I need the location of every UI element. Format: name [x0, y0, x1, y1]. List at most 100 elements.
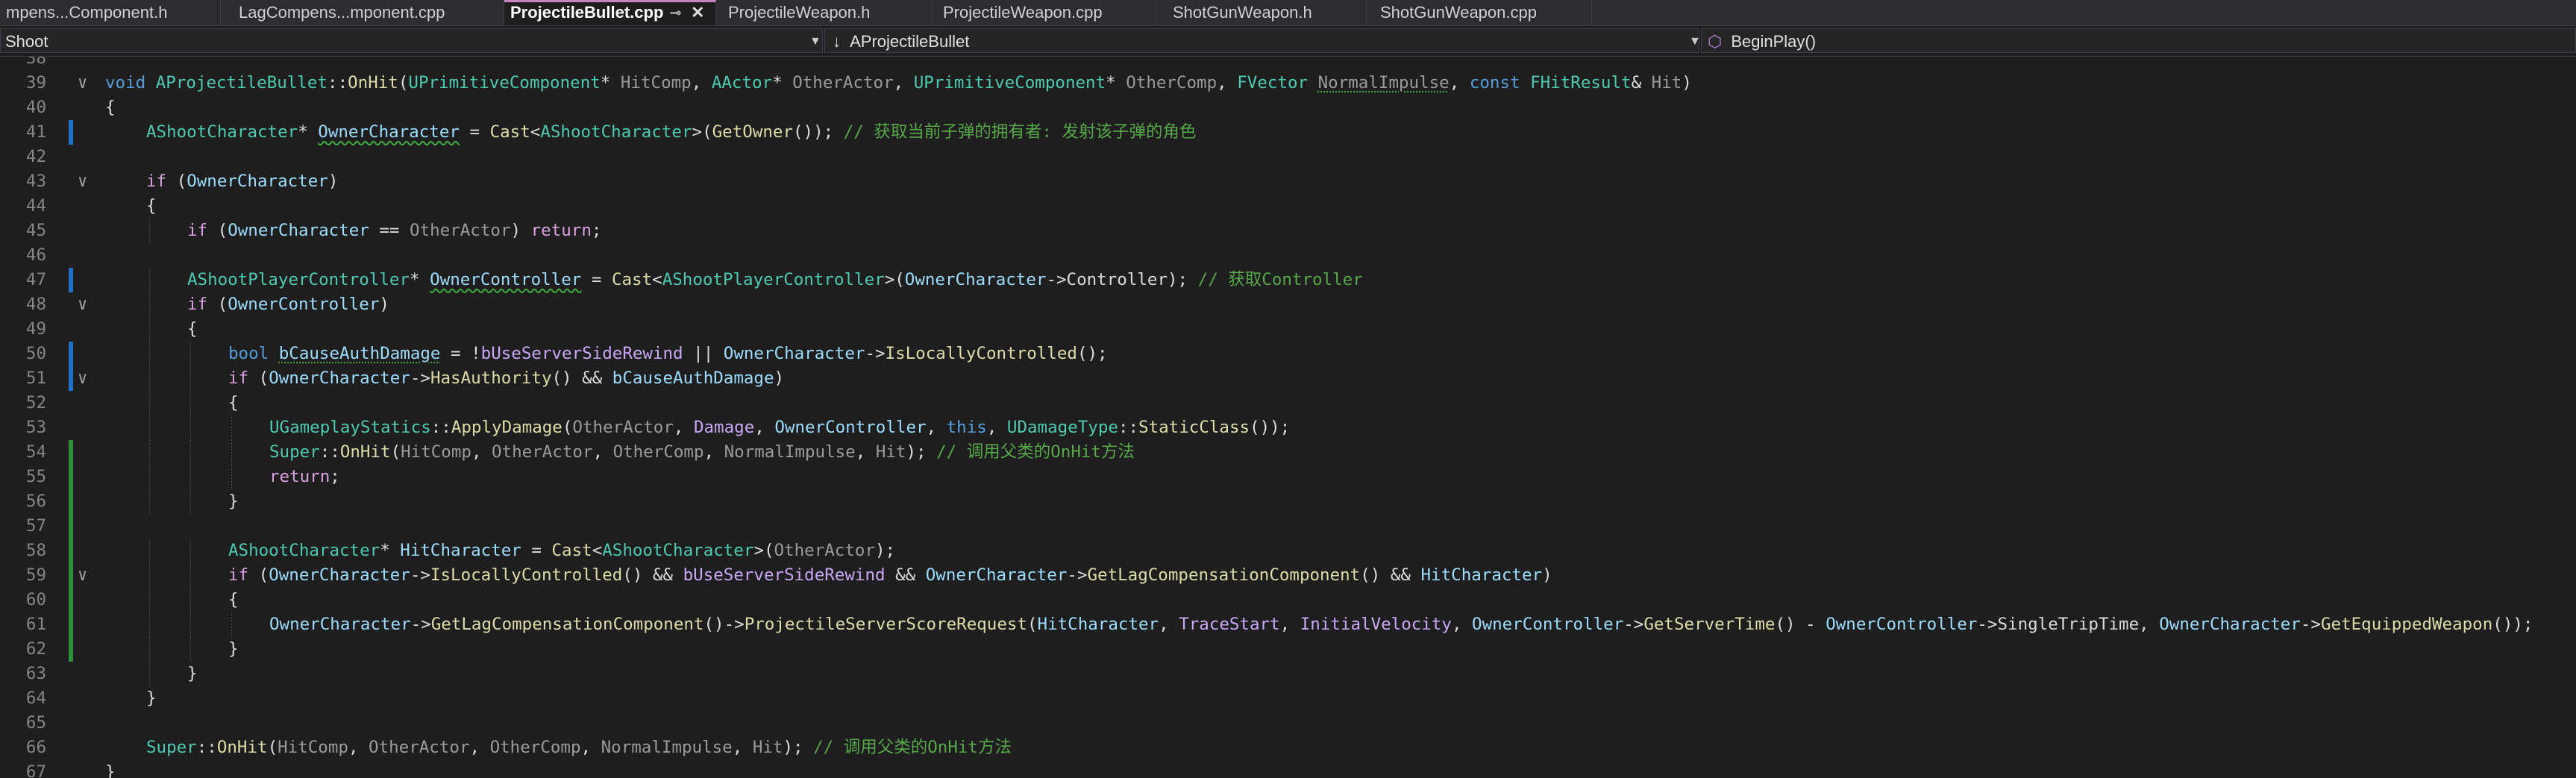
indent-guide: [149, 268, 150, 292]
code-line[interactable]: 44 {: [0, 194, 2576, 219]
line-number: 66: [25, 738, 46, 757]
line-number: 45: [25, 221, 46, 240]
code-token: OwnerCharacter: [269, 368, 410, 388]
code-line[interactable]: 42: [0, 145, 2576, 169]
code-token: >(: [753, 541, 774, 560]
tab-projectileweapon-h[interactable]: ProjectileWeapon.h: [716, 0, 933, 25]
code-token: =: [521, 541, 552, 560]
fold-toggle-icon[interactable]: ∨: [78, 292, 87, 317]
code-text: AShootCharacter* HitCharacter = Cast<ASh…: [228, 539, 895, 563]
line-number: 50: [25, 344, 46, 363]
code-line[interactable]: 64}: [0, 686, 2576, 711]
code-line[interactable]: 40 {: [0, 95, 2576, 120]
tab-lagcompensation-component-h[interactable]: mpens...Component.h: [0, 0, 221, 25]
navigation-bar: Shoot ▼ ↓ AProjectileBullet ▼ ⬡ BeginPla…: [0, 26, 2576, 57]
code-line[interactable]: 52 {: [0, 391, 2576, 415]
code-token: *: [1106, 73, 1126, 92]
code-text: if (OwnerCharacter->HasAuthority() && bC…: [228, 366, 784, 391]
indent-guide: [149, 292, 150, 317]
indent-guide: [149, 662, 150, 686]
code-line[interactable]: 56}: [0, 489, 2576, 514]
code-token: (: [267, 738, 278, 757]
fold-toggle-icon[interactable]: ∨: [78, 169, 87, 194]
code-line[interactable]: 39 ∨ void AProjectileBullet::OnHit(UPrimit…: [0, 71, 2576, 95]
code-line[interactable]: 57: [0, 514, 2576, 539]
code-line[interactable]: 41 AShootCharacter* OwnerCharacter = Cast…: [0, 120, 2576, 145]
code-token: ,: [348, 738, 369, 757]
indent-guide: [149, 637, 150, 662]
code-token: OnHit: [216, 738, 268, 757]
code-text: void AProjectileBullet::OnHit(UPrimitive…: [105, 71, 1692, 95]
code-token: () &&: [551, 368, 612, 388]
code-text: {: [228, 391, 239, 415]
code-token: ,: [893, 73, 914, 92]
fold-toggle-icon[interactable]: ∨: [78, 366, 87, 391]
code-token: &&: [885, 565, 926, 585]
code-text: {: [105, 95, 116, 120]
code-line[interactable]: 62}: [0, 637, 2576, 662]
code-token: Cast: [611, 270, 653, 289]
close-icon[interactable]: ✕: [691, 2, 704, 23]
code-line[interactable]: 67}: [0, 760, 2576, 778]
code-line[interactable]: 50 bool bCauseAuthDamage = !bUseServerSid…: [0, 342, 2576, 366]
scope-dropdown[interactable]: ↓ AProjectileBullet ▼: [824, 28, 1701, 53]
method-icon: ⬡: [1708, 32, 1723, 51]
tab-projectilebullet-cpp[interactable]: ProjectileBullet.cpp ⊸ ✕: [504, 0, 716, 25]
code-token: UDamageType: [1006, 418, 1118, 437]
fold-toggle-icon[interactable]: ∨: [78, 563, 87, 588]
code-token: GetServerTime: [1643, 615, 1776, 634]
line-number: 64: [25, 688, 46, 708]
code-token: }: [105, 762, 116, 778]
code-token: OwnerController: [430, 270, 582, 289]
code-line[interactable]: 54 Super::OnHit(HitComp, OtherActor, Othe…: [0, 440, 2576, 465]
code-line[interactable]: 38: [0, 57, 2576, 71]
code-text: if (OwnerController): [187, 292, 389, 317]
code-line[interactable]: 59 ∨ if (OwnerCharacter->IsLocallyControll…: [0, 563, 2576, 588]
line-number: 48: [25, 295, 46, 314]
code-token: *: [772, 73, 793, 92]
code-line[interactable]: 43 ∨ if (OwnerCharacter): [0, 169, 2576, 194]
code-line[interactable]: 51 ∨ if (OwnerCharacter->HasAuthority() &&…: [0, 366, 2576, 391]
code-editor[interactable]: 38 39 ∨ void AProjectileBullet::OnHit(UPrim…: [0, 57, 2576, 778]
indent-guide: [190, 563, 191, 588]
code-token: TraceStart: [1179, 615, 1280, 634]
code-token: }: [228, 639, 239, 659]
code-line[interactable]: 58 AShootCharacter* HitCharacter = Cast<A…: [0, 539, 2576, 563]
tab-lagcompensation-component-cpp[interactable]: LagCompens...mponent.cpp: [221, 0, 504, 25]
code-token: NormalImpulse: [601, 738, 733, 757]
tab-shotgunweapon-h[interactable]: ShotGunWeapon.h: [1156, 0, 1367, 25]
tab-label: ProjectileWeapon.h: [728, 3, 871, 22]
code-line[interactable]: 63}: [0, 662, 2576, 686]
code-token: UPrimitiveComponent: [408, 73, 601, 92]
code-token: (: [207, 295, 228, 314]
code-token: OtherComp: [489, 738, 581, 757]
tab-projectileweapon-cpp[interactable]: ProjectileWeapon.cpp: [933, 0, 1156, 25]
code-token: Controller: [1066, 270, 1168, 289]
code-line[interactable]: 65: [0, 711, 2576, 735]
code-line[interactable]: 53 UGameplayStatics::ApplyDamage(OtherAct…: [0, 415, 2576, 440]
code-token: );: [1168, 270, 1198, 289]
line-number: 49: [25, 319, 46, 339]
member-dropdown[interactable]: ⬡ BeginPlay(): [1701, 28, 2576, 53]
code-text: if (OwnerCharacter->IsLocallyControlled(…: [228, 563, 1552, 588]
indent-guide: [149, 539, 150, 563]
code-token: OtherActor: [792, 73, 894, 92]
tab-shotgunweapon-cpp[interactable]: ShotGunWeapon.cpp: [1367, 0, 1592, 25]
code-line[interactable]: 60 {: [0, 588, 2576, 612]
code-token: OwnerCharacter: [318, 122, 460, 142]
code-line[interactable]: 55 return;: [0, 465, 2576, 489]
document-tab-bar: mpens...Component.h LagCompens...mponent…: [0, 0, 2576, 26]
code-line[interactable]: 49 {: [0, 317, 2576, 342]
project-dropdown[interactable]: Shoot ▼: [0, 28, 823, 53]
code-line[interactable]: 45 if (OwnerCharacter == OtherActor) retu…: [0, 219, 2576, 243]
code-token: return: [530, 221, 592, 240]
code-line[interactable]: 66 Super::OnHit(HitComp, OtherActor, Othe…: [0, 735, 2576, 760]
code-line[interactable]: 47 AShootPlayerController* OwnerControlle…: [0, 268, 2576, 292]
code-token: ()->: [703, 615, 745, 634]
code-line[interactable]: 46: [0, 243, 2576, 268]
pin-icon[interactable]: ⊸: [670, 2, 681, 23]
code-line[interactable]: 48 ∨ if (OwnerController): [0, 292, 2576, 317]
code-line[interactable]: 61 OwnerCharacter->GetLagCompensationComp…: [0, 612, 2576, 637]
fold-toggle-icon[interactable]: ∨: [78, 71, 87, 95]
